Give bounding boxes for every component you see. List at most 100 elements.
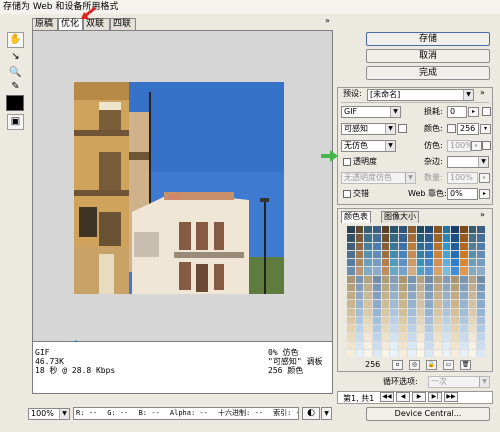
palette-swatch[interactable] bbox=[416, 333, 425, 341]
amount-input[interactable]: 100% bbox=[447, 172, 478, 184]
palette-swatch[interactable] bbox=[468, 325, 477, 333]
palette-swatch[interactable] bbox=[451, 300, 459, 308]
palette-swatch[interactable] bbox=[407, 275, 416, 283]
palette-swatch[interactable] bbox=[355, 349, 364, 357]
interlaced-checkbox[interactable] bbox=[343, 190, 351, 198]
palette-swatch[interactable] bbox=[373, 226, 381, 234]
matte-select[interactable]: ▼ bbox=[447, 156, 489, 168]
palette-swatch[interactable] bbox=[399, 234, 407, 242]
palette-swatch[interactable] bbox=[477, 250, 485, 258]
palette-swatch[interactable] bbox=[468, 283, 477, 291]
palette-swatch[interactable] bbox=[347, 250, 355, 258]
palette-swatch[interactable] bbox=[364, 226, 373, 234]
palette-swatch[interactable] bbox=[459, 234, 468, 242]
palette-swatch[interactable] bbox=[381, 316, 390, 324]
web-snap-stepper-icon[interactable]: ▸ bbox=[479, 189, 490, 199]
lossy-stepper-icon[interactable]: ▸ bbox=[468, 107, 479, 117]
palette-swatch[interactable] bbox=[381, 250, 390, 258]
prev-frame-icon[interactable]: ◀ bbox=[396, 392, 410, 402]
last-frame-icon[interactable]: ▶▶ bbox=[444, 392, 458, 402]
palette-swatch[interactable] bbox=[390, 242, 399, 250]
format-select[interactable]: GIF ▼ bbox=[341, 106, 401, 118]
palette-swatch[interactable] bbox=[433, 259, 442, 267]
palette-swatch[interactable] bbox=[459, 333, 468, 341]
palette-swatch[interactable] bbox=[442, 308, 451, 316]
palette-swatch[interactable] bbox=[390, 341, 399, 349]
palette-swatch[interactable] bbox=[399, 333, 407, 341]
palette-swatch[interactable] bbox=[468, 275, 477, 283]
palette-swatch[interactable] bbox=[407, 259, 416, 267]
palette-swatch[interactable] bbox=[468, 316, 477, 324]
cancel-button[interactable]: 取消 bbox=[366, 49, 490, 63]
palette-swatch[interactable] bbox=[416, 250, 425, 258]
palette-swatch[interactable] bbox=[399, 341, 407, 349]
palette-swatch[interactable] bbox=[390, 259, 399, 267]
palette-swatch[interactable] bbox=[451, 275, 459, 283]
palette-swatch[interactable] bbox=[373, 283, 381, 291]
palette-swatch[interactable] bbox=[425, 333, 433, 341]
palette-swatch[interactable] bbox=[373, 275, 381, 283]
palette-swatch[interactable] bbox=[399, 250, 407, 258]
palette-swatch[interactable] bbox=[451, 341, 459, 349]
palette-swatch[interactable] bbox=[373, 308, 381, 316]
palette-swatch[interactable] bbox=[347, 259, 355, 267]
palette-swatch[interactable] bbox=[364, 341, 373, 349]
palette-swatch[interactable] bbox=[416, 267, 425, 275]
palette-swatch[interactable] bbox=[390, 325, 399, 333]
tab-image-size[interactable]: 图像大小 bbox=[381, 211, 419, 223]
palette-swatch[interactable] bbox=[355, 292, 364, 300]
palette-swatch[interactable] bbox=[347, 300, 355, 308]
palette-swatch[interactable] bbox=[459, 292, 468, 300]
palette-swatch[interactable] bbox=[459, 267, 468, 275]
palette-swatch[interactable] bbox=[416, 283, 425, 291]
palette-swatch[interactable] bbox=[399, 226, 407, 234]
palette-swatch[interactable] bbox=[416, 316, 425, 324]
palette-swatch[interactable] bbox=[425, 283, 433, 291]
palette-swatch[interactable] bbox=[459, 349, 468, 357]
palette-swatch[interactable] bbox=[416, 349, 425, 357]
palette-swatch[interactable] bbox=[373, 316, 381, 324]
palette-swatch[interactable] bbox=[451, 308, 459, 316]
palette-swatch[interactable] bbox=[425, 341, 433, 349]
palette-swatch[interactable] bbox=[407, 283, 416, 291]
palette-swatch[interactable] bbox=[373, 259, 381, 267]
palette-swatch[interactable] bbox=[355, 259, 364, 267]
palette-swatch[interactable] bbox=[381, 242, 390, 250]
palette-swatch[interactable] bbox=[407, 349, 416, 357]
palette-swatch[interactable] bbox=[355, 325, 364, 333]
palette-swatch[interactable] bbox=[416, 259, 425, 267]
palette-swatch[interactable] bbox=[433, 234, 442, 242]
palette-swatch[interactable] bbox=[451, 250, 459, 258]
palette-swatch[interactable] bbox=[347, 275, 355, 283]
play-icon[interactable]: ▶ bbox=[412, 392, 426, 402]
next-frame-icon[interactable]: ▶| bbox=[428, 392, 442, 402]
palette-swatch[interactable] bbox=[442, 325, 451, 333]
palette-swatch[interactable] bbox=[364, 283, 373, 291]
palette-swatch[interactable] bbox=[451, 316, 459, 324]
palette-swatch[interactable] bbox=[373, 267, 381, 275]
palette-swatch[interactable] bbox=[451, 292, 459, 300]
palette-swatch[interactable] bbox=[373, 349, 381, 357]
palette-swatch[interactable] bbox=[407, 316, 416, 324]
palette-swatch[interactable] bbox=[459, 259, 468, 267]
palette-swatch[interactable] bbox=[381, 267, 390, 275]
palette-swatch[interactable] bbox=[468, 308, 477, 316]
palette-swatch[interactable] bbox=[425, 259, 433, 267]
palette-swatch[interactable] bbox=[433, 267, 442, 275]
palette-swatch[interactable] bbox=[459, 325, 468, 333]
palette-swatch[interactable] bbox=[407, 308, 416, 316]
palette-swatch[interactable] bbox=[477, 234, 485, 242]
palette-swatch[interactable] bbox=[364, 349, 373, 357]
palette-swatch[interactable] bbox=[442, 316, 451, 324]
palette-swatch[interactable] bbox=[355, 283, 364, 291]
palette-swatch[interactable] bbox=[433, 308, 442, 316]
palette-swatch[interactable] bbox=[468, 349, 477, 357]
palette-swatch[interactable] bbox=[425, 316, 433, 324]
palette-swatch[interactable] bbox=[416, 300, 425, 308]
palette-swatch[interactable] bbox=[477, 333, 485, 341]
palette-swatch[interactable] bbox=[425, 267, 433, 275]
lossy-mask-icon[interactable] bbox=[482, 107, 491, 116]
palette-swatch[interactable] bbox=[355, 234, 364, 242]
palette-swatch[interactable] bbox=[381, 300, 390, 308]
palette-swatch[interactable] bbox=[433, 292, 442, 300]
